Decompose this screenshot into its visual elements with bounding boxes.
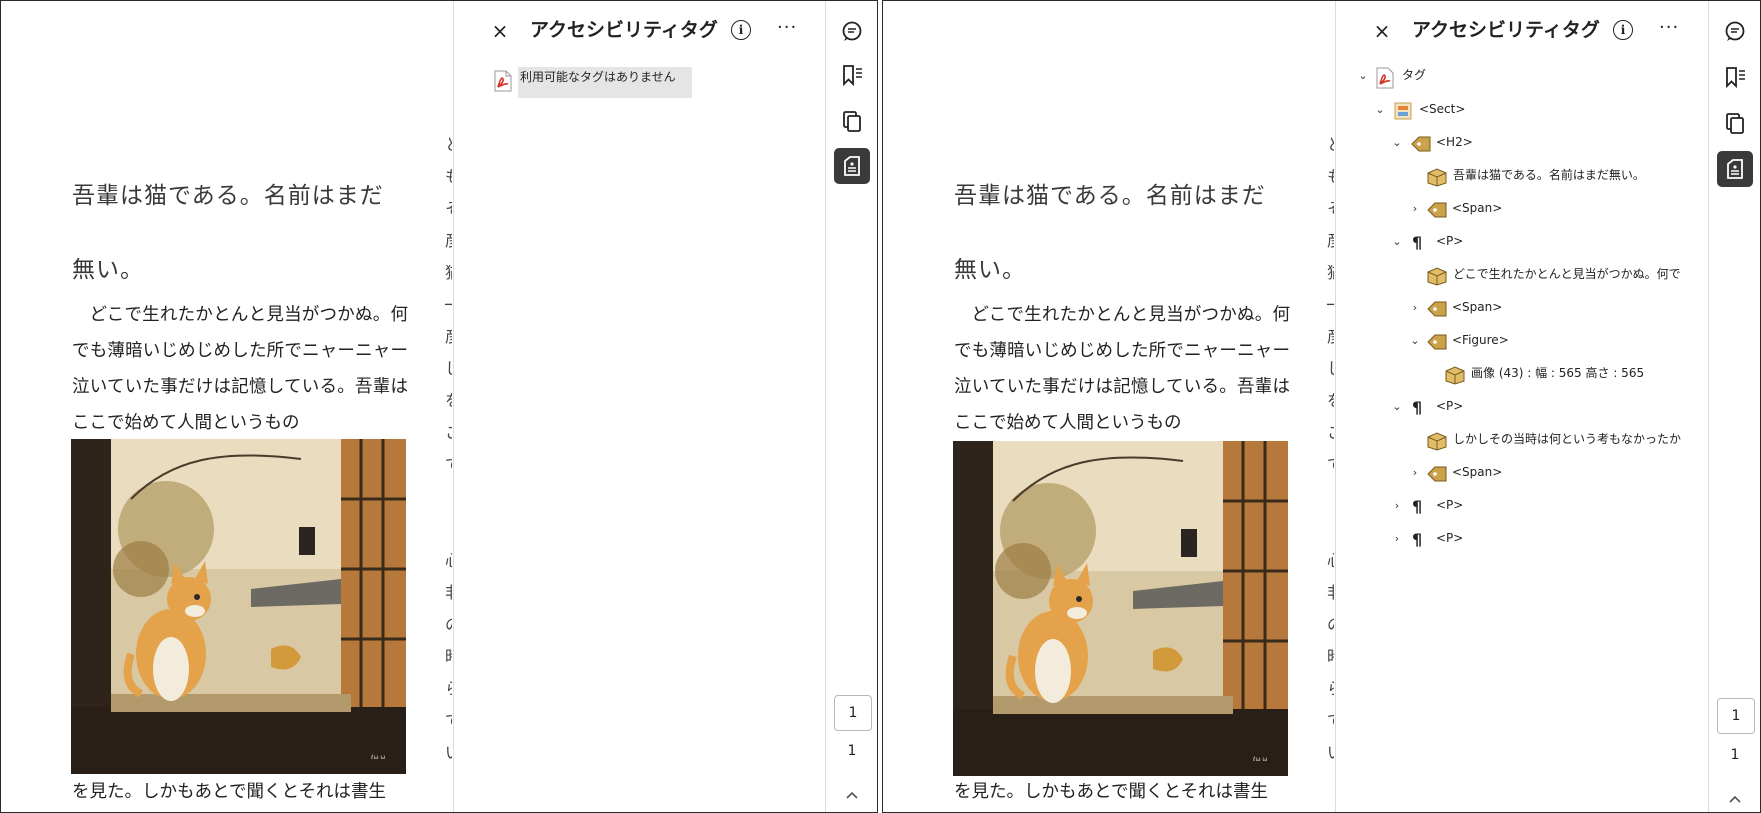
tree-node-content[interactable]: しかしその当時は何という考もなかったか [1336, 427, 1706, 459]
document-view[interactable]: 吾輩は猫である。名前はまだ 無い。 どこで生れたかとんと見当がつかぬ。何でも薄暗い… [1, 1, 452, 812]
panel-header: × アクセシビリティタグ i ··· [454, 15, 825, 51]
tree-node-label: <P> [1436, 498, 1464, 512]
comment-icon[interactable] [834, 13, 870, 49]
tree-node-label: <P> [1436, 234, 1464, 248]
tag-icon [1426, 299, 1448, 321]
document-heading: 吾輩は猫である。名前はまだ 無い。 [72, 183, 384, 283]
chevron-down-icon[interactable]: ⌄ [1390, 136, 1404, 150]
chevron-down-icon[interactable]: ⌄ [1390, 400, 1404, 414]
pdf-icon [494, 70, 512, 96]
paragraph-icon: ¶ [1412, 530, 1423, 549]
chevron-down-icon[interactable]: ⌄ [1356, 69, 1370, 83]
tree-node-label: タグ [1402, 68, 1427, 82]
left-window: 吾輩は猫である。名前はまだ 無い。 どこで生れたかとんと見当がつかぬ。何でも薄暗い… [0, 0, 878, 813]
tag-icon [1426, 200, 1448, 222]
document-bottom-line: を見た。しかもあとで聞くとそれは書生 [72, 782, 386, 802]
info-icon[interactable]: i [1613, 20, 1633, 40]
close-panel-button[interactable]: × [1369, 18, 1395, 44]
svg-text:ℓω ω: ℓω ω [1252, 756, 1267, 763]
accessibility-tags-icon[interactable] [834, 148, 870, 184]
tree-node-label: しかしその当時は何という考もなかったか [1453, 432, 1682, 446]
tree-node-label: <Sect> [1419, 102, 1466, 116]
chevron-right-icon[interactable]: › [1408, 301, 1422, 315]
page-total: 1 [1730, 747, 1740, 763]
bookmark-icon[interactable] [834, 57, 870, 93]
chevron-right-icon[interactable]: › [1408, 466, 1422, 480]
document-view[interactable]: 吾輩は猫である。名前はまだ 無い。 どこで生れたかとんと見当がつかぬ。何でも薄暗い… [883, 1, 1334, 812]
tree-node-label: <Span> [1452, 465, 1503, 479]
page-number-input[interactable]: 1 [834, 695, 872, 731]
tool-rail: 1 1 [825, 1, 877, 812]
tree-node-label: <P> [1436, 399, 1464, 413]
content-icon [1444, 365, 1466, 387]
pages-icon[interactable] [1717, 105, 1753, 141]
paragraph-icon: ¶ [1412, 497, 1423, 516]
bookmark-icon[interactable] [1717, 59, 1753, 95]
content-icon [1426, 431, 1448, 453]
more-options-button[interactable]: ··· [777, 15, 797, 41]
svg-text:ℓω ω: ℓω ω [370, 754, 385, 761]
accessibility-tags-panel: × アクセシビリティタグ i ··· ⌄ タグ ⌄ <Sect> ⌄ <H2> … [1335, 1, 1708, 812]
chevron-down-icon[interactable]: ⌄ [1408, 334, 1422, 348]
pdf-icon [1376, 67, 1398, 89]
chevron-right-icon[interactable]: › [1408, 202, 1422, 216]
next-column-text: ともそ彦猫─彦しをこで心非の時らでい [1327, 129, 1334, 769]
content-icon [1426, 167, 1448, 189]
chevron-up-icon[interactable] [1723, 789, 1747, 805]
cat-illustration: ℓω ω [71, 439, 406, 774]
tree-node-label: 吾輩は猫である。名前はまだ無い。 [1453, 168, 1645, 182]
tree-node-label: 画像 (43) : 幅 : 565 高さ : 565 [1471, 366, 1645, 380]
next-column-text: ともそ彦猫─彦しをこで心非の時らでい [445, 129, 452, 769]
chevron-right-icon[interactable]: › [1390, 499, 1404, 513]
panel-title: アクセシビリティタグ [530, 19, 718, 41]
tool-rail: 1 1 [1708, 1, 1760, 812]
document-paragraph: どこで生れたかとんと見当がつかぬ。何でも薄暗いじめじめした所でニャーニャー泣いて… [954, 305, 1290, 433]
tag-icon [1426, 332, 1448, 354]
right-window: 吾輩は猫である。名前はまだ 無い。 どこで生れたかとんと見当がつかぬ。何でも薄暗い… [882, 0, 1761, 813]
sect-icon [1393, 101, 1415, 123]
close-panel-button[interactable]: × [487, 18, 513, 44]
cat-illustration: ℓω ω [953, 441, 1288, 776]
tree-node-content[interactable]: どこで生れたかとんと見当がつかぬ。何で [1336, 262, 1706, 294]
chevron-down-icon[interactable]: ⌄ [1390, 235, 1404, 249]
paragraph-icon: ¶ [1412, 233, 1423, 252]
document-bottom-line: を見た。しかもあとで聞くとそれは書生 [954, 782, 1268, 802]
info-icon[interactable]: i [731, 20, 751, 40]
no-tags-message: 利用可能なタグはありません [518, 67, 692, 98]
tree-node-label: <Figure> [1452, 333, 1509, 347]
chevron-up-icon[interactable] [840, 785, 864, 801]
accessibility-tags-icon[interactable] [1717, 151, 1753, 187]
content-icon [1426, 266, 1448, 288]
more-options-button[interactable]: ··· [1659, 15, 1679, 41]
tag-icon [1410, 134, 1432, 156]
tree-node-label: <P> [1436, 531, 1464, 545]
tree-node-label: <H2> [1436, 135, 1473, 149]
panel-title: アクセシビリティタグ [1412, 19, 1600, 41]
pages-icon[interactable] [834, 103, 870, 139]
accessibility-tags-panel: × アクセシビリティタグ i ··· 利用可能なタグはありません [453, 1, 825, 812]
comment-icon[interactable] [1717, 13, 1753, 49]
chevron-right-icon[interactable]: › [1390, 532, 1404, 546]
tree-node-label: <Span> [1452, 300, 1503, 314]
tree-node-label: どこで生れたかとんと見当がつかぬ。何で [1453, 267, 1681, 281]
tree-node-label: <Span> [1452, 201, 1503, 215]
document-heading: 吾輩は猫である。名前はまだ 無い。 [954, 183, 1266, 283]
tag-icon [1426, 464, 1448, 486]
document-paragraph: どこで生れたかとんと見当がつかぬ。何でも薄暗いじめじめした所でニャーニャー泣いて… [72, 305, 408, 433]
paragraph-icon: ¶ [1412, 398, 1423, 417]
panel-header: × アクセシビリティタグ i ··· [1336, 15, 1708, 51]
page-total: 1 [847, 743, 857, 759]
page-number-input[interactable]: 1 [1717, 698, 1755, 734]
chevron-down-icon[interactable]: ⌄ [1373, 103, 1387, 117]
